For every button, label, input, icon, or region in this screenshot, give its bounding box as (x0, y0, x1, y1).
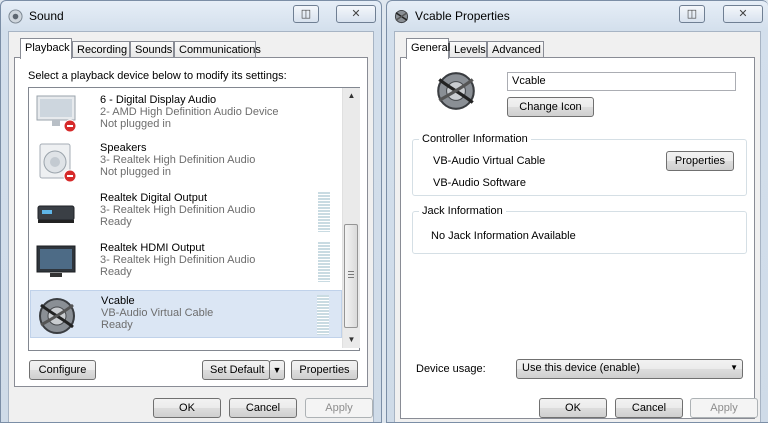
properties-window: Vcable Properties ◫ ✕ General Levels Adv… (386, 0, 768, 423)
device-status: Not plugged in (100, 166, 171, 178)
ok-button[interactable]: OK (539, 398, 607, 418)
jack-information-text: No Jack Information Available (431, 230, 576, 242)
device-name: 6 - Digital Display Audio (100, 94, 217, 106)
device-usage-value: Use this device (enable) (522, 362, 641, 374)
tab-levels[interactable]: Levels (449, 41, 487, 58)
hdmi-monitor-icon (36, 245, 76, 277)
controller-information-title: Controller Information (419, 133, 531, 145)
level-meter (318, 192, 330, 232)
set-default-dropdown[interactable]: ▼ (269, 360, 285, 380)
close-button[interactable]: ✕ (723, 5, 763, 23)
device-sub: 3- Realtek High Definition Audio (100, 204, 256, 216)
controller-vendor: VB-Audio Software (433, 177, 526, 189)
level-meter (318, 242, 330, 282)
jack-information-title: Jack Information (419, 205, 506, 217)
device-usage-select[interactable]: Use this device (enable) ▼ (516, 359, 743, 379)
speaker-icon (8, 9, 23, 24)
tab-sounds[interactable]: Sounds (130, 41, 174, 58)
tab-recording[interactable]: Recording (72, 41, 130, 58)
device-sub: VB-Audio Virtual Cable (101, 307, 214, 319)
window-mode-icon: ◫ (300, 8, 312, 20)
apply-button: Apply (305, 398, 373, 418)
jack-information-group: Jack Information No Jack Information Ava… (412, 205, 747, 254)
device-name: Realtek HDMI Output (100, 242, 205, 254)
list-item-vcable[interactable]: Vcable VB-Audio Virtual Cable Ready (30, 290, 342, 338)
close-icon: ✕ (738, 8, 748, 20)
ok-button[interactable]: OK (153, 398, 221, 418)
device-name: Speakers (100, 142, 147, 154)
close-icon: ✕ (351, 8, 361, 20)
vcable-icon (39, 298, 75, 334)
vcable-small-icon (394, 9, 409, 24)
list-item-speakers[interactable]: Speakers 3- Realtek High Definition Audi… (30, 138, 342, 186)
list-item-digital-display-audio[interactable]: 6 - Digital Display Audio 2- AMD High De… (30, 88, 342, 136)
tab-playback[interactable]: Playback (20, 38, 72, 59)
properties-titlebar[interactable]: Vcable Properties ◫ ✕ (387, 1, 768, 31)
device-usage-label: Device usage: (416, 363, 486, 375)
dropdown-arrow-icon: ▼ (272, 365, 282, 375)
change-icon-button[interactable]: Change Icon (507, 97, 594, 117)
cancel-button[interactable]: Cancel (229, 398, 297, 418)
list-item-realtek-digital-output[interactable]: Realtek Digital Output 3- Realtek High D… (30, 188, 342, 236)
scroll-down-arrow-icon[interactable]: ▼ (343, 332, 360, 348)
level-meter (317, 295, 329, 335)
device-status: Not plugged in (100, 118, 171, 130)
sound-titlebar[interactable]: Sound ◫ ✕ (1, 1, 381, 31)
device-sub: 3- Realtek High Definition Audio (100, 154, 256, 166)
device-list-scrollbar[interactable]: ▲ ▼ (342, 88, 360, 348)
close-button[interactable]: ✕ (336, 5, 376, 23)
configure-button[interactable]: Configure (29, 360, 96, 380)
digital-output-icon (37, 205, 75, 223)
tab-advanced[interactable]: Advanced (487, 41, 544, 58)
set-default-button[interactable]: Set Default (202, 360, 270, 380)
device-sub: 3- Realtek High Definition Audio (100, 254, 256, 266)
cancel-button[interactable]: Cancel (615, 398, 683, 418)
apply-button: Apply (690, 398, 758, 418)
scroll-up-arrow-icon[interactable]: ▲ (343, 88, 360, 104)
scroll-grip-icon (348, 271, 354, 279)
window-mode-button[interactable]: ◫ (293, 5, 319, 23)
scroll-thumb[interactable] (344, 224, 358, 328)
vcable-large-icon (437, 72, 475, 110)
device-status: Ready (101, 319, 133, 331)
window-mode-button[interactable]: ◫ (679, 5, 705, 23)
list-item-realtek-hdmi-output[interactable]: Realtek HDMI Output 3- Realtek High Defi… (30, 238, 342, 286)
controller-name: VB-Audio Virtual Cable (433, 155, 546, 167)
device-name-input[interactable]: Vcable (507, 72, 736, 91)
monitor-unplugged-icon (36, 95, 77, 133)
device-status: Ready (100, 216, 132, 228)
dropdown-arrow-icon: ▼ (730, 363, 738, 372)
device-name: Realtek Digital Output (100, 192, 207, 204)
device-status: Ready (100, 266, 132, 278)
device-sub: 2- AMD High Definition Audio Device (100, 106, 279, 118)
tab-general[interactable]: General (406, 38, 450, 59)
sound-window-title: Sound (29, 9, 64, 23)
playback-instruction: Select a playback device below to modify… (28, 70, 287, 82)
tab-communications[interactable]: Communications (174, 41, 261, 58)
properties-window-title: Vcable Properties (415, 9, 510, 23)
properties-button[interactable]: Properties (291, 360, 358, 380)
speaker-unplugged-icon (39, 143, 77, 183)
device-list[interactable]: 6 - Digital Display Audio 2- AMD High De… (28, 87, 360, 351)
controller-properties-button[interactable]: Properties (666, 151, 734, 171)
window-mode-icon: ◫ (686, 8, 698, 20)
sound-window: Sound ◫ ✕ Playback Recording Sounds Comm… (0, 0, 382, 423)
device-name: Vcable (101, 295, 135, 307)
